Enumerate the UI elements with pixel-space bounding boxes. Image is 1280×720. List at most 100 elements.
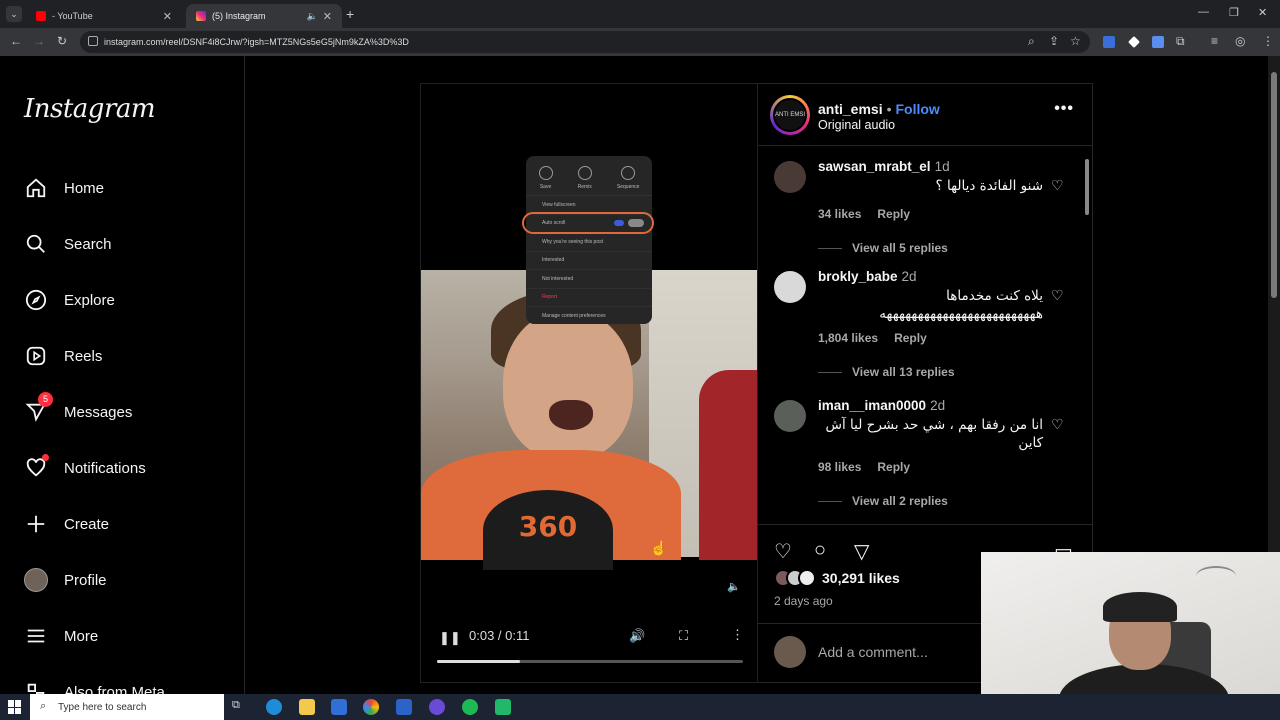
nav-label: Search xyxy=(64,235,112,253)
comment-reply[interactable]: Reply xyxy=(894,331,927,345)
view-replies[interactable]: View all 13 replies xyxy=(818,365,955,379)
mail-icon[interactable] xyxy=(396,699,412,715)
restore-icon[interactable]: ❐ xyxy=(1229,6,1239,19)
windows-start-icon[interactable] xyxy=(8,700,22,714)
comment-like-icon[interactable]: ♡ xyxy=(1051,416,1064,433)
comment-reply[interactable]: Reply xyxy=(877,207,910,221)
video-options-icon[interactable]: ⋮ xyxy=(731,627,744,643)
nav-reels[interactable]: Reels xyxy=(24,342,102,370)
hamburger-icon xyxy=(24,624,48,648)
author-avatar[interactable]: ANTI EMSI xyxy=(770,95,810,135)
comments-scrollbar-thumb[interactable] xyxy=(1085,159,1089,215)
nav-label: Profile xyxy=(64,571,107,589)
url-text: instagram.com/reel/DSNF4i8CJrw/?igsh=MTZ… xyxy=(104,37,409,47)
comment-likes[interactable]: 98 likes xyxy=(818,460,861,474)
nav-also-from-meta[interactable]: Also from Meta xyxy=(24,678,165,694)
commenter-avatar[interactable] xyxy=(774,161,806,193)
comments-scrollbar[interactable] xyxy=(1084,147,1090,522)
comment-reply[interactable]: Reply xyxy=(877,460,910,474)
compass-icon xyxy=(24,288,48,312)
extension-blue-icon[interactable] xyxy=(1152,36,1164,48)
app-icon[interactable] xyxy=(429,699,445,715)
taskbar-search[interactable]: ⌕ Type here to search xyxy=(30,694,224,720)
file-explorer-icon[interactable] xyxy=(299,699,315,715)
windows-taskbar: ⌕ Type here to search ⧉ xyxy=(0,694,1280,720)
profile-icon[interactable]: ◎ xyxy=(1235,34,1245,48)
address-bar[interactable]: instagram.com/reel/DSNF4i8CJrw/?igsh=MTZ… xyxy=(80,31,1090,53)
commenter-username[interactable]: iman__iman0000 xyxy=(818,398,926,413)
reel-video-player[interactable]: 360 Save Remix Sequence View fullscreen … xyxy=(420,83,758,683)
author-username[interactable]: anti_emsi xyxy=(818,101,883,117)
mute-icon[interactable]: 🔈 xyxy=(727,580,741,593)
nav-home[interactable]: Home xyxy=(24,174,104,202)
bookmark-star-icon[interactable]: ☆ xyxy=(1070,34,1081,48)
follow-button[interactable]: Follow xyxy=(896,101,940,117)
add-comment-input[interactable]: Add a comment... xyxy=(818,644,928,660)
nav-more[interactable]: More xyxy=(24,622,98,650)
volume-icon[interactable]: 🔊 xyxy=(629,628,645,644)
more-options-icon[interactable]: ••• xyxy=(1054,100,1074,118)
sidebar: Instagram Home Search Explore Reels 5 Me… xyxy=(0,56,245,694)
page-scrollbar-thumb[interactable] xyxy=(1271,72,1277,298)
tab-title: (5) Instagram xyxy=(212,11,266,21)
nav-explore[interactable]: Explore xyxy=(24,286,115,314)
app-green-icon[interactable] xyxy=(495,699,511,715)
comment-like-icon[interactable]: ♡ xyxy=(1051,287,1064,304)
pause-icon[interactable]: ❚❚ xyxy=(439,630,461,646)
store-icon[interactable] xyxy=(331,699,347,715)
video-progress-bar[interactable] xyxy=(437,660,743,663)
nav-search[interactable]: Search xyxy=(24,230,112,258)
commenter-avatar[interactable] xyxy=(774,271,806,303)
browser-menu-icon[interactable]: ⋮ xyxy=(1262,34,1274,48)
commenter-username[interactable]: sawsan_mrabt_el xyxy=(818,159,931,174)
close-window-icon[interactable]: ✕ xyxy=(1258,6,1267,19)
likes-count[interactable]: 30,291 likes xyxy=(822,570,900,586)
back-icon[interactable]: ← xyxy=(10,34,22,48)
comment-icon[interactable]: ○ xyxy=(814,539,826,562)
install-icon[interactable]: ⇪ xyxy=(1049,34,1059,48)
tab-search-button[interactable]: ⌄ xyxy=(6,6,22,22)
reload-icon[interactable]: ↻ xyxy=(57,34,67,48)
tab-audio-icon[interactable]: 🔈 xyxy=(307,11,318,22)
nav-create[interactable]: Create xyxy=(24,510,109,538)
commenter-username[interactable]: brokly_babe xyxy=(818,269,898,284)
edge-icon[interactable] xyxy=(266,699,282,715)
zoom-icon[interactable]: ⌕ xyxy=(1028,34,1035,49)
extensions-puzzle-icon[interactable]: ⧉ xyxy=(1176,34,1185,49)
audio-label[interactable]: Original audio xyxy=(818,118,895,132)
extension-translate-icon[interactable] xyxy=(1103,36,1115,48)
nav-profile[interactable]: Profile xyxy=(24,566,107,594)
video-subject-jacket xyxy=(699,370,757,560)
minimize-icon[interactable]: — xyxy=(1198,6,1209,18)
comment-age: 1d xyxy=(934,159,950,174)
comment-text: شنو الفائدة ديالها ؟ xyxy=(935,178,1043,194)
media-control-icon[interactable]: ≡ xyxy=(1211,34,1218,48)
messages-badge: 5 xyxy=(38,392,53,407)
task-view-icon[interactable]: ⧉ xyxy=(232,699,248,715)
view-replies[interactable]: View all 5 replies xyxy=(818,241,948,255)
instagram-logo[interactable]: Instagram xyxy=(24,94,156,124)
nav-messages[interactable]: 5 Messages xyxy=(24,392,132,426)
tab-instagram[interactable]: (5) Instagram 🔈 ✕ xyxy=(186,4,342,28)
remix-icon xyxy=(577,166,592,180)
comment-likes[interactable]: 1,804 likes xyxy=(818,331,878,345)
tab-close-icon[interactable]: ✕ xyxy=(163,10,172,23)
chrome-icon[interactable] xyxy=(363,699,379,715)
share-icon[interactable]: ▽ xyxy=(854,539,869,564)
likes-summary[interactable]: 30,291 likes xyxy=(774,569,900,587)
fullscreen-icon[interactable]: ⛶ xyxy=(679,628,688,644)
comment-like-icon[interactable]: ♡ xyxy=(1051,177,1064,194)
forward-icon[interactable]: → xyxy=(33,34,45,48)
like-icon[interactable]: ♡ xyxy=(774,539,792,564)
spotify-icon[interactable] xyxy=(462,699,478,715)
site-info-icon[interactable] xyxy=(88,36,98,46)
nav-notifications[interactable]: Notifications xyxy=(24,454,146,482)
comment-likes[interactable]: 34 likes xyxy=(818,207,861,221)
tab-youtube[interactable]: - YouTube ✕ xyxy=(26,4,182,28)
browser-tab-bar: ⌄ - YouTube ✕ (5) Instagram 🔈 ✕ + — ❐ ✕ xyxy=(0,0,1280,28)
new-tab-button[interactable]: + xyxy=(346,6,354,22)
view-replies[interactable]: View all 2 replies xyxy=(818,494,948,508)
commenter-avatar[interactable] xyxy=(774,400,806,432)
extension-diamond-icon[interactable] xyxy=(1128,36,1140,48)
tab-close-icon[interactable]: ✕ xyxy=(323,10,332,23)
